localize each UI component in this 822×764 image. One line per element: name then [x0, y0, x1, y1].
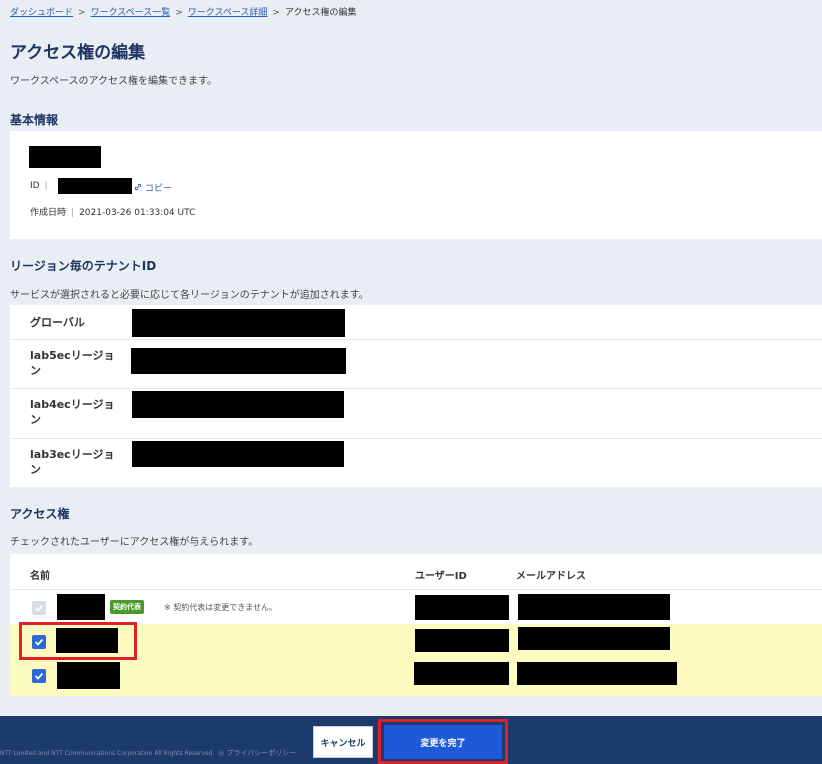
user-id-redacted [414, 662, 509, 685]
region-row-lab3ec: lab3ecリージョン [10, 439, 822, 487]
breadcrumb-link-dashboard[interactable]: ダッシュボード [10, 8, 73, 18]
tenant-id-redacted [132, 391, 344, 418]
table-row [10, 659, 822, 696]
email-redacted [517, 662, 677, 685]
copy-label: コピー [144, 184, 172, 194]
workspace-id-redacted [58, 178, 132, 194]
breadcrumb-separator: > [175, 8, 183, 18]
access-heading: アクセス権 [10, 507, 70, 521]
id-row: ID | [30, 181, 48, 191]
id-label: ID [30, 181, 40, 191]
checkmark-icon [34, 604, 44, 612]
annotation-highlight-finish [378, 719, 508, 764]
page-description: ワークスペースのアクセス権を編集できます。 [10, 76, 217, 87]
user-id-redacted [415, 595, 509, 620]
link-icon [134, 183, 145, 194]
page-title: アクセス権の編集 [10, 43, 146, 63]
column-header-email: メールアドレス [516, 571, 586, 582]
region-tenant-heading: リージョン毎のテナントID [10, 259, 157, 273]
created-label: 作成日時 [30, 208, 67, 218]
column-header-name: 名前 [30, 571, 50, 582]
basic-info-heading: 基本情報 [10, 113, 59, 127]
contract-rep-badge: 契約代表 [110, 600, 144, 614]
access-checkbox [32, 601, 46, 615]
region-tenant-card: グローバル lab5ecリージョン lab4ecリージョン lab3ecリージョ… [10, 305, 822, 487]
contract-rep-note: ※ 契約代表は変更できません。 [164, 603, 278, 612]
breadcrumb-current: アクセス権の編集 [284, 8, 357, 18]
tenant-id-redacted [132, 441, 344, 467]
region-label: lab5ecリージョン [30, 349, 115, 377]
email-redacted [518, 594, 670, 620]
workspace-name-redacted [29, 146, 101, 168]
region-label: lab3ecリージョン [30, 448, 115, 476]
copy-id-link[interactable]: コピー [134, 181, 172, 194]
footer-privacy-link[interactable]: ◎ プライバシーポリシー [218, 748, 296, 758]
column-header-user-id: ユーザーID [415, 571, 467, 582]
region-row-lab4ec: lab4ecリージョン [10, 389, 822, 439]
user-id-redacted [415, 629, 509, 652]
breadcrumb-separator: > [78, 8, 86, 18]
created-row: 作成日時 | 2021-03-26 01:33:04 UTC [30, 208, 196, 218]
user-name-redacted [57, 594, 105, 620]
email-redacted [518, 627, 670, 650]
region-label: lab4ecリージョン [30, 398, 115, 426]
breadcrumb-link-workspace-detail[interactable]: ワークスペース詳細 [188, 8, 268, 18]
checkmark-icon [34, 672, 44, 680]
breadcrumb: ダッシュボード > ワークスペース一覧 > ワークスペース詳細 > アクセス権の編集 [10, 5, 357, 18]
access-checkbox[interactable] [32, 669, 46, 683]
cancel-button[interactable]: キャンセル [313, 726, 373, 758]
breadcrumb-separator: > [272, 8, 280, 18]
access-description: チェックされたユーザーにアクセス権が与えられます。 [10, 537, 259, 548]
region-row-global: グローバル [10, 305, 822, 340]
tenant-id-redacted [132, 309, 345, 337]
region-tenant-description: サービスが選択されると必要に応じて各リージョンのテナントが追加されます。 [10, 290, 369, 301]
region-row-lab5ec: lab5ecリージョン [10, 340, 822, 389]
privacy-label: プライバシーポリシー [226, 749, 297, 757]
created-value: 2021-03-26 01:33:04 UTC [79, 208, 196, 218]
annotation-highlight-row [19, 622, 137, 660]
table-row: 契約代表 ※ 契約代表は変更できません。 [10, 589, 822, 625]
basic-info-card: ID | コピー 作成日時 | 2021-03-26 01:33:04 UTC [10, 131, 822, 239]
breadcrumb-link-workspace-list[interactable]: ワークスペース一覧 [91, 8, 171, 18]
user-name-redacted [57, 662, 120, 689]
tenant-id-redacted [131, 348, 346, 374]
footer-copyright: NTT Limited and NTT Communications Corpo… [0, 750, 215, 757]
external-link-icon: ◎ [218, 749, 225, 757]
region-label: グローバル [30, 316, 85, 329]
